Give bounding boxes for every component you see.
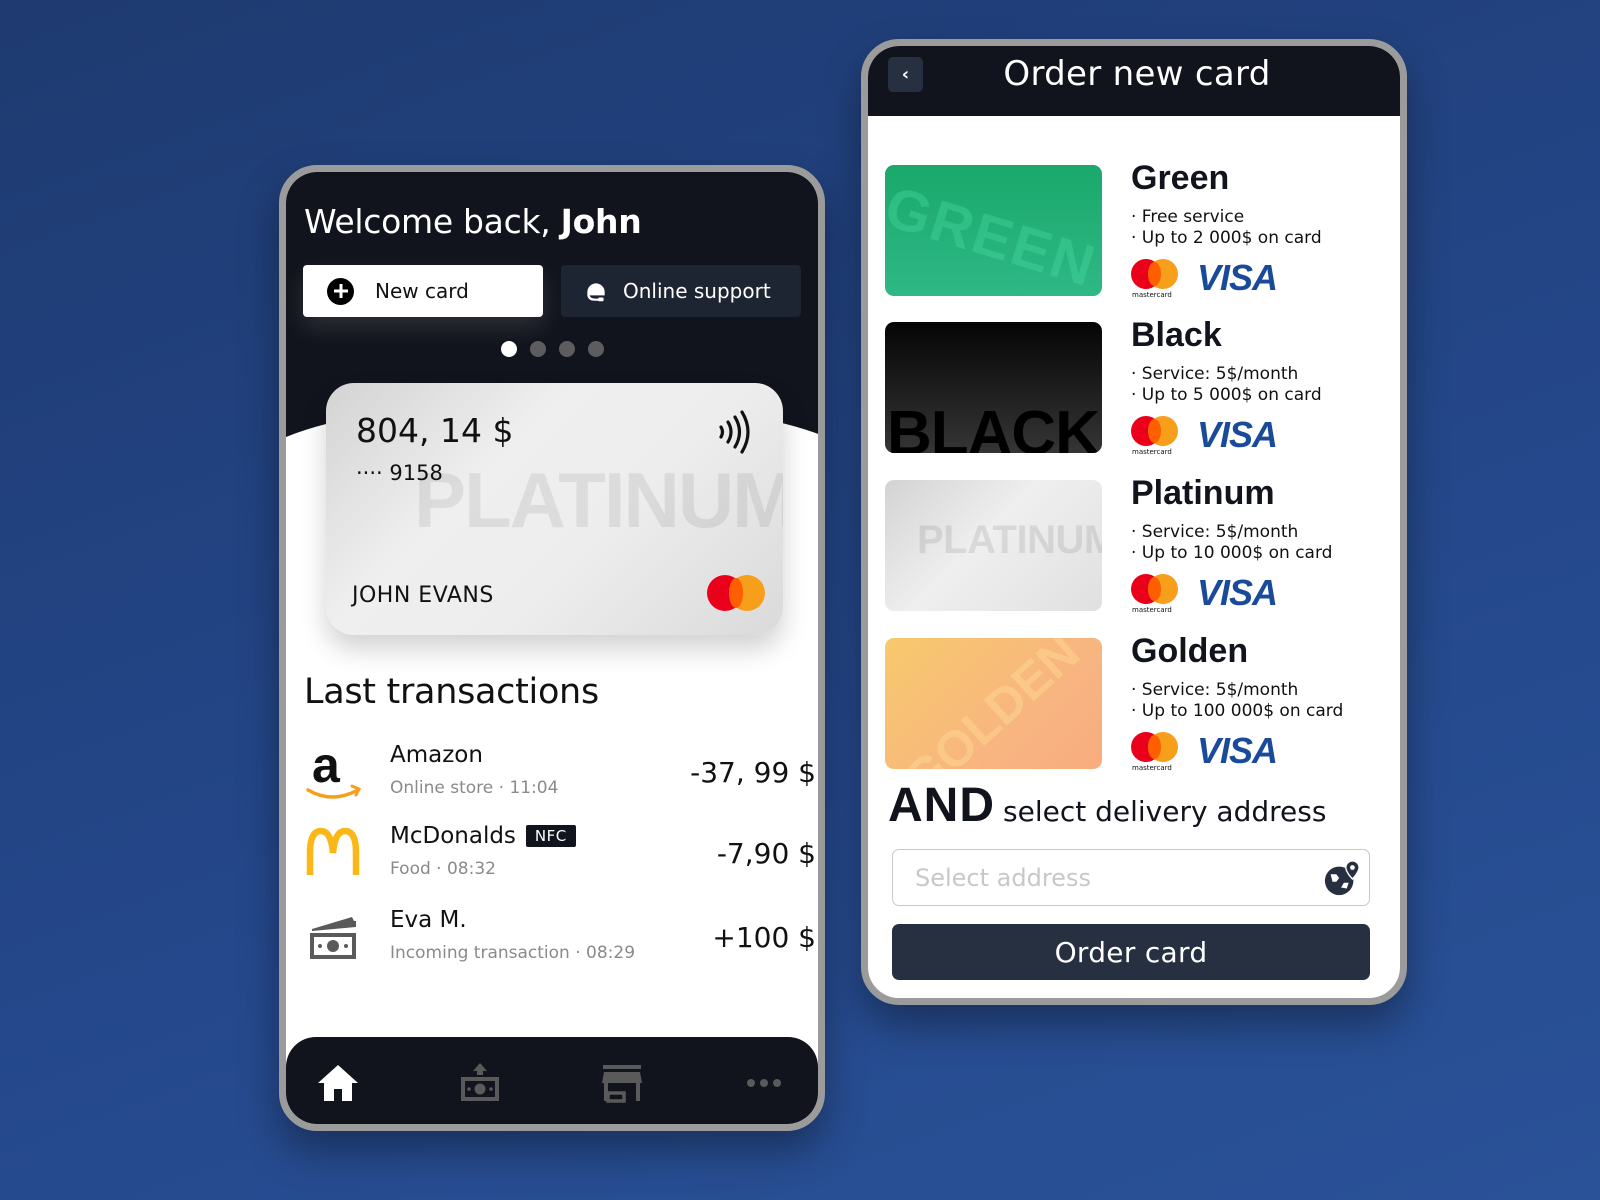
payment-networks: mastercard VISA <box>1131 730 1278 776</box>
visa-logo: VISA <box>1197 414 1278 455</box>
cash-icon <box>310 917 356 959</box>
order-card-screen: ‹ Order new card GREEN Green · Free serv… <box>861 39 1407 1005</box>
card-offer-platinum[interactable]: PLATINUM Platinum · Service: 5$/month · … <box>885 474 1400 614</box>
carousel-dot-2[interactable] <box>529 341 546 357</box>
platinum-card[interactable]: PLATINUM 804, 14 $ ···· 9158 JOHN EVANS <box>326 383 783 635</box>
visa-logo: VISA <box>1197 572 1278 613</box>
payment-networks: mastercard VISA <box>1131 257 1278 303</box>
delivery-heading: AND select delivery address <box>888 778 1326 833</box>
offer-feature: · Service: 5$/month <box>1131 680 1299 700</box>
nav-transfers[interactable] <box>456 1059 504 1107</box>
transaction-name: McDonalds NFC <box>390 823 576 849</box>
offer-feature: · Up to 100 000$ on card <box>1131 701 1344 721</box>
bottom-navigation <box>286 1037 818 1124</box>
online-support-button[interactable]: Online support <box>561 265 801 317</box>
address-field[interactable] <box>892 849 1370 906</box>
offer-feature: · Up to 2 000$ on card <box>1131 228 1322 248</box>
mastercard-logo: mastercard <box>1131 574 1179 618</box>
offer-feature: · Up to 5 000$ on card <box>1131 385 1322 405</box>
transaction-row[interactable]: Eva M. Incoming transaction · 08:29 +100… <box>304 907 816 977</box>
transactions-title: Last transactions <box>304 672 599 712</box>
visa-logo: VISA <box>1197 257 1278 298</box>
mastercard-logo: mastercard <box>1131 259 1179 303</box>
mastercard-logo <box>707 575 765 611</box>
card-watermark: BLACK <box>887 399 1100 453</box>
transaction-details: Incoming transaction · 08:29 <box>390 943 636 963</box>
card-number: ···· 9158 <box>356 461 443 485</box>
plus-circle-icon <box>327 277 354 305</box>
card-thumbnail[interactable]: BLACK <box>885 322 1102 453</box>
card-offer-golden[interactable]: GOLDEN Golden · Service: 5$/month · Up t… <box>885 632 1400 772</box>
online-support-label: Online support <box>623 279 771 303</box>
welcome-text: Welcome back, <box>304 202 561 241</box>
payment-networks: mastercard VISA <box>1131 572 1278 618</box>
transaction-details: Online store · 11:04 <box>390 778 559 798</box>
order-header: ‹ Order new card <box>868 46 1400 116</box>
transaction-name: Amazon <box>390 742 483 768</box>
card-watermark: GREEN <box>885 173 1102 296</box>
order-card-button[interactable]: Order card <box>892 924 1370 980</box>
carousel-dot-4[interactable] <box>587 341 604 357</box>
transaction-amount: -7,90 $ <box>716 837 816 870</box>
nav-home[interactable] <box>314 1059 362 1107</box>
visa-logo: VISA <box>1197 730 1278 771</box>
home-screen: Welcome back, John New card Online suppo… <box>279 165 825 1131</box>
more-icon <box>747 1079 781 1087</box>
offer-feature: · Service: 5$/month <box>1131 364 1299 384</box>
card-offer-black[interactable]: BLACK Black · Service: 5$/month · Up to … <box>885 316 1400 456</box>
card-watermark: GOLDEN <box>893 638 1091 769</box>
transaction-name: Eva M. <box>390 907 467 933</box>
store-icon <box>602 1065 642 1103</box>
card-watermark: PLATINUM <box>917 518 1102 562</box>
page-title: Order new card <box>1003 54 1271 94</box>
payment-networks: mastercard VISA <box>1131 414 1278 460</box>
offer-feature: · Up to 10 000$ on card <box>1131 543 1333 563</box>
transaction-row[interactable]: McDonalds NFC Food · 08:32 -7,90 $ <box>304 823 816 893</box>
card-thumbnail[interactable]: PLATINUM <box>885 480 1102 611</box>
transfer-money-icon <box>461 1063 499 1101</box>
card-balance: 804, 14 $ <box>356 411 514 450</box>
new-card-label: New card <box>375 279 469 303</box>
new-card-button[interactable]: New card <box>303 265 543 317</box>
carousel-dot-3[interactable] <box>558 341 575 357</box>
offer-feature: · Service: 5$/month <box>1131 522 1299 542</box>
mastercard-logo: mastercard <box>1131 732 1179 776</box>
contactless-icon <box>719 410 750 454</box>
card-thumbnail[interactable]: GOLDEN <box>885 638 1102 769</box>
address-input[interactable] <box>893 850 1369 905</box>
welcome-heading: Welcome back, John <box>304 202 642 241</box>
headset-icon <box>587 283 605 302</box>
offer-name: Black <box>1131 316 1222 354</box>
carousel-pagination <box>286 341 818 357</box>
nav-store[interactable] <box>598 1059 646 1107</box>
and-text: AND <box>888 779 995 832</box>
mastercard-logo: mastercard <box>1131 416 1179 460</box>
svg-text:a: a <box>312 742 341 793</box>
delivery-subtitle: select delivery address <box>1003 795 1327 828</box>
card-thumbnail[interactable]: GREEN <box>885 165 1102 296</box>
amazon-logo: a <box>306 742 362 799</box>
transaction-row[interactable]: a Amazon Online store · 11:04 -37, 99 $ <box>304 742 816 812</box>
offer-feature: · Free service <box>1131 207 1245 227</box>
card-offer-green[interactable]: GREEN Green · Free service · Up to 2 000… <box>885 159 1400 299</box>
globe-location-icon[interactable] <box>1323 859 1361 897</box>
transaction-amount: +100 $ <box>712 921 816 954</box>
card-watermark: PLATINUM <box>414 456 783 544</box>
offer-name: Green <box>1131 159 1230 197</box>
carousel-dot-1[interactable] <box>500 341 517 357</box>
nav-more[interactable] <box>740 1059 788 1107</box>
offer-name: Golden <box>1131 632 1249 670</box>
home-icon <box>318 1065 358 1101</box>
transaction-details: Food · 08:32 <box>390 859 496 879</box>
user-name: John <box>560 202 642 241</box>
transaction-amount: -37, 99 $ <box>690 756 816 789</box>
nfc-badge: NFC <box>525 825 576 847</box>
card-holder-name: JOHN EVANS <box>352 583 494 608</box>
mcdonalds-logo <box>306 827 360 875</box>
offer-name: Platinum <box>1131 474 1275 512</box>
